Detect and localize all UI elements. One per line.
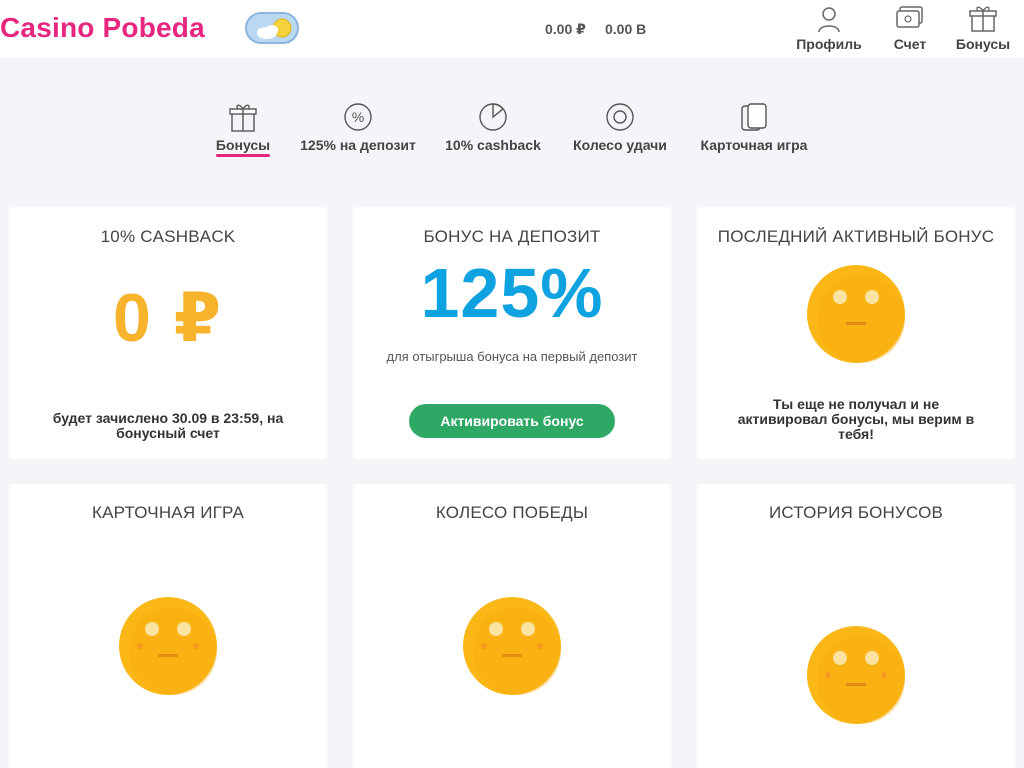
card-game-card: КАРТОЧНАЯ ИГРА bbox=[9, 484, 327, 768]
header-account-label: Счет bbox=[893, 36, 927, 52]
sun-cloud-icon bbox=[257, 18, 292, 39]
cards-icon bbox=[741, 103, 767, 131]
header-profile-label: Профиль bbox=[796, 36, 862, 52]
neutral-face-icon bbox=[119, 597, 217, 695]
tab-wheel-label: Колесо удачи bbox=[573, 137, 667, 153]
tab-card-game[interactable]: Карточная игра bbox=[697, 101, 811, 153]
wheel-icon bbox=[606, 103, 634, 131]
tab-card-game-label: Карточная игра bbox=[700, 137, 808, 153]
user-icon bbox=[818, 7, 840, 33]
wheel-card-title: КОЛЕСО ПОБЕДЫ bbox=[435, 503, 589, 522]
balance-bonus-points: 0.00 B bbox=[605, 21, 647, 37]
activate-bonus-button[interactable]: Активировать бонус bbox=[409, 404, 615, 438]
gift-icon bbox=[969, 6, 997, 32]
deposit-bonus-card: БОНУС НА ДЕПОЗИТ 125% для отыгрыша бонус… bbox=[353, 207, 671, 459]
header-bonuses[interactable]: Бонусы bbox=[954, 4, 1012, 52]
tab-deposit-bonus[interactable]: % 125% на депозит bbox=[298, 101, 418, 153]
header-account[interactable]: Счет bbox=[888, 4, 932, 52]
bonus-history-card: ИСТОРИЯ БОНУСОВ bbox=[697, 484, 1015, 768]
wallet-icon bbox=[896, 6, 923, 28]
last-active-bonus-card: ПОСЛЕДНИЙ АКТИВНЫЙ БОНУС Ты еще не получ… bbox=[697, 207, 1015, 459]
balance-rub: 0.00 ₽ bbox=[545, 21, 586, 37]
tab-wheel[interactable]: Колесо удачи bbox=[569, 101, 671, 153]
percent-icon: % bbox=[344, 103, 372, 131]
cashback-note: будет зачислено 30.09 в 23:59, на бонусн… bbox=[52, 410, 284, 441]
gift-icon bbox=[229, 104, 257, 132]
deposit-bonus-subtitle: для отыгрыша бонуса на первый депозит bbox=[386, 349, 638, 364]
neutral-face-icon bbox=[807, 265, 905, 363]
cashback-card-title: 10% CASHBACK bbox=[100, 227, 236, 246]
tab-cashback-label: 10% cashback bbox=[445, 137, 541, 153]
pie-icon bbox=[479, 103, 507, 131]
wheel-card: КОЛЕСО ПОБЕДЫ bbox=[353, 484, 671, 768]
weather-toggle[interactable] bbox=[245, 12, 299, 44]
card-game-title: КАРТОЧНАЯ ИГРА bbox=[92, 503, 244, 522]
deposit-bonus-percent: 125% bbox=[420, 254, 604, 332]
active-tab-indicator bbox=[216, 154, 270, 157]
tab-bonuses-label: Бонусы bbox=[215, 137, 271, 153]
tab-deposit-bonus-label: 125% на депозит bbox=[300, 137, 416, 153]
neutral-face-icon bbox=[807, 626, 905, 724]
deposit-card-title: БОНУС НА ДЕПОЗИТ bbox=[423, 227, 601, 246]
tab-cashback[interactable]: 10% cashback bbox=[443, 101, 543, 153]
history-card-title: ИСТОРИЯ БОНУСОВ bbox=[768, 503, 944, 522]
last-bonus-card-title: ПОСЛЕДНИЙ АКТИВНЫЙ БОНУС bbox=[717, 227, 995, 246]
header-profile[interactable]: Профиль bbox=[796, 4, 862, 52]
svg-text:%: % bbox=[352, 109, 364, 125]
cashback-amount: 0 ₽ bbox=[112, 280, 224, 356]
top-header: Casino Pobeda 0.00 ₽ 0.00 B Профиль Счет bbox=[0, 0, 1024, 58]
neutral-face-icon bbox=[463, 597, 561, 695]
tab-bonuses[interactable]: Бонусы bbox=[214, 101, 272, 153]
cashback-card: 10% CASHBACK 0 ₽ будет зачислено 30.09 в… bbox=[9, 207, 327, 459]
casino-logo[interactable]: Casino Pobeda bbox=[0, 12, 205, 44]
header-bonuses-label: Бонусы bbox=[955, 36, 1011, 52]
last-bonus-note: Ты еще не получал и не активировал бонус… bbox=[737, 396, 975, 442]
